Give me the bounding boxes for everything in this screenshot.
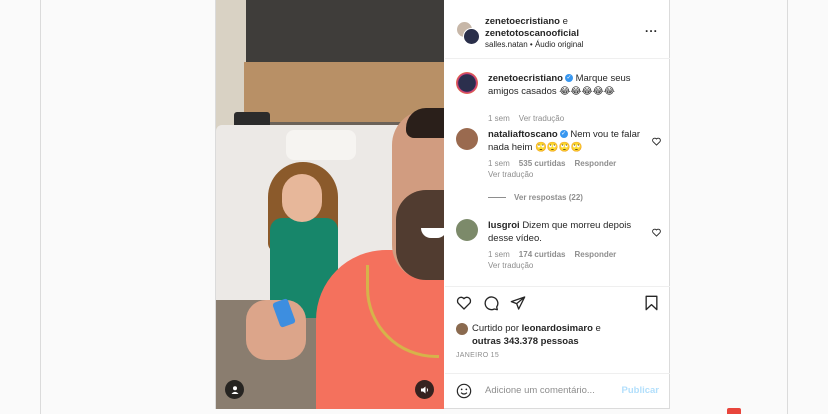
reply-button[interactable]: Responder	[575, 250, 617, 259]
post-sidebar: zenetoecristiano e zenetotoscanooficial …	[445, 0, 670, 409]
publish-button[interactable]: Publicar	[622, 385, 660, 396]
sound-toggle-button[interactable]	[415, 380, 434, 399]
man-hair	[406, 108, 444, 138]
like-comment-button[interactable]	[652, 133, 661, 151]
heart-icon	[652, 137, 661, 146]
post-actions	[445, 286, 670, 317]
replies-line	[488, 197, 506, 199]
avatar[interactable]	[456, 128, 478, 150]
page-right-edge	[787, 0, 788, 414]
avatar	[456, 323, 468, 335]
verified-icon: ✓	[559, 130, 568, 139]
translate-link[interactable]: Ver tradução	[519, 114, 564, 123]
comment-username[interactable]: nataliaftoscano	[488, 129, 558, 140]
emoji-button[interactable]	[456, 383, 472, 404]
likes-prefix: Curtido por	[472, 323, 522, 334]
avatar[interactable]	[456, 72, 478, 94]
more-options-button[interactable]: ...	[644, 21, 658, 35]
comment-time[interactable]: 1 sem	[488, 159, 510, 168]
comment-username[interactable]: lusgroi	[488, 220, 520, 231]
audio-separator: •	[527, 40, 535, 49]
comment-likes[interactable]: 174 curtidas	[519, 250, 566, 259]
add-comment-bar: Adicione um comentário... Publicar	[445, 373, 670, 410]
avatar	[463, 28, 480, 45]
like-button[interactable]	[456, 295, 472, 316]
author-avatars[interactable]	[456, 21, 480, 45]
comment-meta: Ver tradução	[488, 170, 542, 179]
audio-user-link[interactable]: salles.natan	[485, 40, 528, 49]
pillow	[286, 130, 356, 160]
heart-icon	[456, 296, 472, 310]
author-link[interactable]: zenetotoscanooficial	[485, 28, 579, 39]
likes-middle: e	[592, 323, 601, 334]
post-authors: zenetoecristiano e zenetotoscanooficial	[485, 16, 635, 40]
comment-item: lusgroi Dizem que morreu depois desse ví…	[456, 219, 661, 270]
user-tag-button[interactable]	[225, 380, 244, 399]
comment-meta: 1 sem 174 curtidas Responder	[488, 250, 625, 259]
woman-face	[282, 174, 322, 222]
comments-list: zenetoecristiano ✓ Marque seus amigos cas…	[445, 60, 670, 282]
comment-time[interactable]: 1 sem	[488, 114, 510, 123]
page-left-edge	[40, 0, 41, 414]
avatar[interactable]	[456, 219, 478, 241]
translate-link[interactable]: Ver tradução	[488, 170, 533, 179]
comment-item: nataliaftoscano ✓ Nem vou te falar nada h…	[456, 128, 661, 179]
share-button[interactable]	[510, 295, 526, 316]
share-icon	[510, 296, 526, 310]
liker-link[interactable]: leonardosimaro	[522, 323, 593, 334]
author-connector: e	[559, 16, 568, 27]
author-link[interactable]: zenetoecristiano	[485, 16, 560, 27]
likes-count-link[interactable]: outras 343.378 pessoas	[472, 336, 579, 347]
comment-icon	[484, 296, 499, 311]
comment-meta: 1 sem Ver tradução	[488, 114, 573, 123]
comment-meta: Ver tradução	[488, 261, 542, 270]
comment-username[interactable]: zenetoecristiano	[488, 73, 563, 84]
view-replies-label: Ver respostas (22)	[514, 193, 583, 202]
audio-link[interactable]: Áudio original	[535, 40, 583, 49]
reply-button[interactable]: Responder	[575, 159, 617, 168]
post-date[interactable]: JANEIRO 15	[456, 352, 499, 359]
comment-input[interactable]: Adicione um comentário...	[485, 385, 595, 396]
view-replies-button[interactable]: Ver respostas (22)	[488, 193, 583, 202]
comment-meta: 1 sem 535 curtidas Responder	[488, 159, 625, 168]
post-header: zenetoecristiano e zenetotoscanooficial …	[445, 0, 670, 59]
user-tag-icon	[231, 385, 238, 394]
comment-time[interactable]: 1 sem	[488, 250, 510, 259]
heart-icon	[652, 228, 661, 237]
verified-icon: ✓	[564, 74, 573, 83]
comment-body: nataliaftoscano ✓ Nem vou te falar nada h…	[488, 128, 648, 154]
instagram-post: zenetoecristiano e zenetotoscanooficial …	[215, 0, 670, 409]
comment-body: lusgroi Dizem que morreu depois desse ví…	[488, 219, 648, 245]
likes-text: Curtido por leonardosimaro e outras 343.…	[472, 322, 662, 348]
like-comment-button[interactable]	[652, 224, 661, 242]
bookmark-icon	[645, 295, 658, 311]
more-icon: ...	[644, 21, 658, 35]
comment-likes[interactable]: 535 curtidas	[519, 159, 566, 168]
emoji-icon	[456, 383, 472, 399]
comment-button[interactable]	[483, 295, 499, 316]
translate-link[interactable]: Ver tradução	[488, 261, 533, 270]
post-video[interactable]	[216, 0, 444, 409]
audio-attribution: salles.natan • Áudio original	[485, 40, 583, 49]
corner-badge	[727, 408, 741, 414]
caption: zenetoecristiano ✓ Marque seus amigos cas…	[456, 72, 661, 123]
comment-body: zenetoecristiano ✓ Marque seus amigos cas…	[488, 72, 648, 98]
sound-icon	[420, 386, 428, 393]
save-button[interactable]	[644, 295, 659, 316]
